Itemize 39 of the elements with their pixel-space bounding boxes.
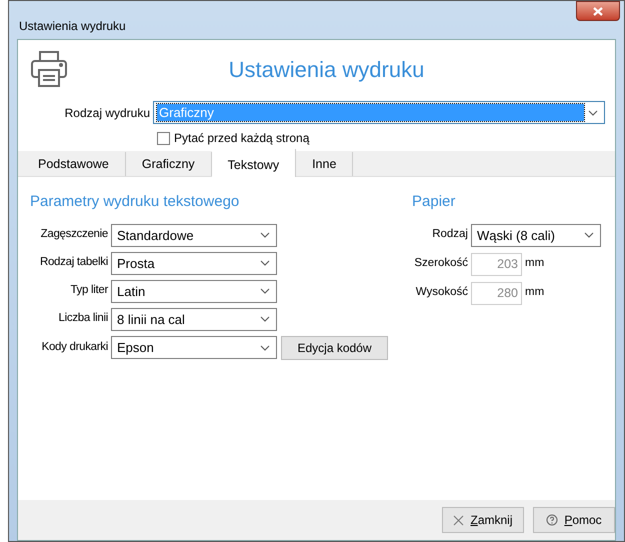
- field-label: Szerokość: [413, 256, 468, 272]
- section-title: Parametry wydruku tekstowego: [30, 192, 240, 212]
- help-icon: [546, 514, 558, 526]
- printer-icon: [30, 50, 68, 88]
- close-dialog-button[interactable]: Zamknij: [442, 507, 524, 533]
- chevron-icon: [584, 232, 594, 238]
- dropdown[interactable]: Wąski (8 cali): [471, 224, 601, 246]
- dropdown[interactable]: Prosta: [111, 252, 277, 274]
- chevron-icon: [260, 344, 270, 350]
- field-label: Wysokość: [414, 285, 468, 300]
- window-title: Ustawienia wydruku: [19, 18, 126, 35]
- checkbox-label: Pytać przed każdą stroną: [174, 130, 310, 147]
- dropdown[interactable]: Standardowe: [111, 224, 277, 246]
- dialog-heading: Ustawienia wydruku: [228, 56, 424, 84]
- dropdown[interactable]: Epson: [111, 336, 277, 359]
- tab[interactable]: Tekstowy: [212, 149, 296, 177]
- field-label: Kody drukarki: [40, 340, 108, 355]
- dropdown[interactable]: Latin: [111, 280, 277, 302]
- close-button[interactable]: [576, 1, 620, 21]
- chevron-icon: [260, 260, 270, 266]
- field-label: Rodzaj wydruku: [64, 104, 150, 122]
- field-label: Liczba linii: [58, 311, 108, 326]
- checkbox[interactable]: [157, 132, 170, 144]
- close-icon: [593, 6, 603, 16]
- section-title: Papier: [412, 192, 456, 212]
- dropdown[interactable]: 8 linii na cal: [111, 308, 277, 330]
- field-label: Typ liter: [69, 283, 108, 298]
- edit-codes-button[interactable]: Edycja kodów: [281, 336, 388, 360]
- field-label: Zagęszczenie: [40, 227, 108, 242]
- chevron-icon: [588, 110, 598, 116]
- chevron-icon: [260, 232, 270, 238]
- close-icon: [453, 514, 464, 526]
- field-label: Rodzaj: [431, 227, 468, 242]
- chevron-icon: [260, 288, 270, 294]
- unit-label: mm: [525, 285, 544, 300]
- help-button[interactable]: Pomoc: [533, 507, 615, 533]
- chevron-icon: [260, 316, 270, 322]
- field-label: Rodzaj tabelki: [38, 255, 108, 270]
- unit-label: mm: [525, 256, 544, 272]
